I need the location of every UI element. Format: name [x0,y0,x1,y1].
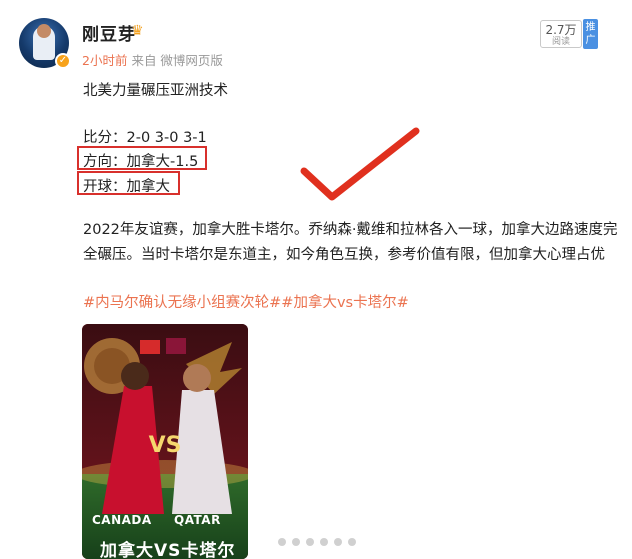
views-label: 阅读 [551,37,570,47]
watermark-dots-icon [278,538,356,546]
post-time[interactable]: 2小时前 [82,53,127,68]
check-mark-icon [300,127,420,201]
match-poster-image[interactable]: VS CANADA QATAR 加拿大VS卡塔尔 [82,324,248,559]
avatar-head [37,24,51,38]
hashtags[interactable]: #内马尔确认无缘小组赛次轮##加拿大vs卡塔尔# [83,291,409,312]
verified-badge-icon: ✓ [55,53,71,69]
poster-title: 加拿大VS卡塔尔 [100,541,236,559]
views-count: 2.7万 [545,23,577,37]
team-left-label: CANADA [92,513,152,527]
views-counter: 2.7万 阅读 [540,20,582,48]
direction-line: 方向：加拿大-1.5 [83,154,199,170]
team-right-label: QATAR [174,513,221,527]
username[interactable]: 刚豆芽 [82,20,136,45]
kickoff-line: 开球：加拿大 [83,179,170,195]
post-paragraph: 2022年友谊赛，加拿大胜卡塔尔。乔纳森·戴维和拉林各入一球，加拿大边路速度完全… [83,222,618,263]
post-source[interactable]: 来自 微博网页版 [131,53,222,68]
post-meta: 2小时前 来自 微博网页版 [82,50,223,69]
headline: 北美力量碾压亚洲技术 [83,83,228,99]
vs-text: VS [149,433,182,458]
score-line: 比分：2-0 3-0 3-1 [83,130,207,146]
promote-button[interactable]: 推广 [583,19,598,49]
crown-icon: ♛ [131,23,144,39]
